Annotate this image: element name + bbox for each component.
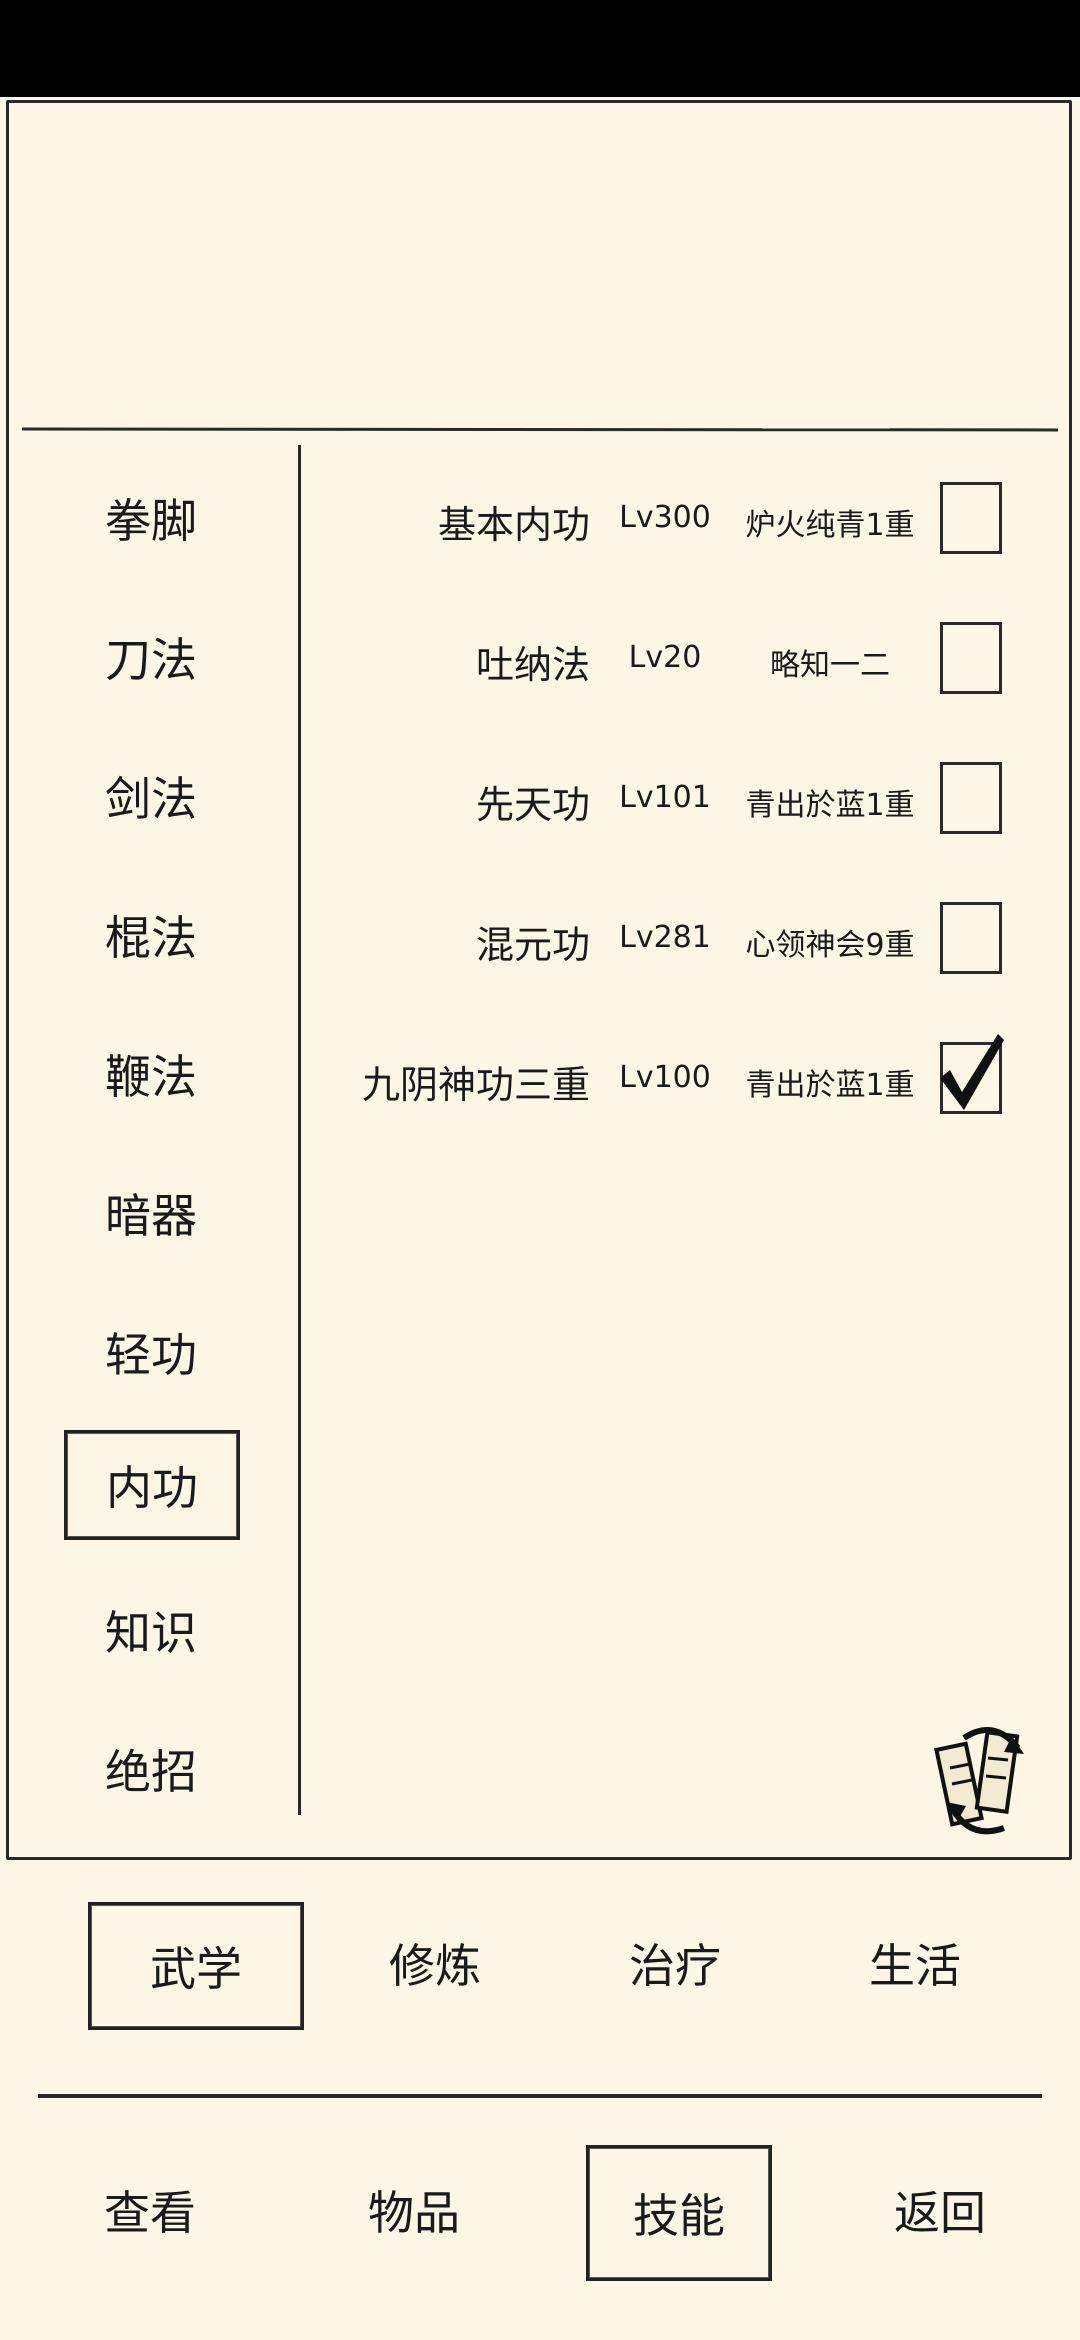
skill-name: 先天功	[475, 783, 590, 827]
category-qinggong[interactable]: 轻功	[62, 1302, 240, 1402]
nav-fanhui[interactable]: 返回	[850, 2145, 1030, 2275]
refresh-scroll-icon[interactable]	[934, 1718, 1030, 1838]
nav-chakan[interactable]: 查看	[60, 2145, 240, 2275]
skill-level: Lv20	[628, 640, 702, 675]
tab-xiulian[interactable]: 修炼	[330, 1902, 540, 2024]
category-gunfa[interactable]: 棍法	[62, 885, 240, 985]
skill-checkbox[interactable]	[940, 762, 1002, 834]
nav-jineng[interactable]: 技能	[586, 2145, 772, 2281]
category-anqi[interactable]: 暗器	[62, 1163, 240, 1263]
skill-name: 吐纳法	[475, 643, 590, 687]
skill-level: Lv281	[619, 920, 711, 955]
skill-row: 基本内功 Lv300 炉火纯青1重	[340, 472, 1040, 562]
category-quanjiao[interactable]: 拳脚	[62, 468, 240, 568]
skill-rank: 青出於蓝1重	[745, 1068, 915, 1103]
skill-row: 吐纳法 Lv20 略知一二	[340, 612, 1040, 702]
skill-level: Lv300	[619, 500, 711, 535]
skill-rank: 略知一二	[770, 648, 890, 683]
nav-wupin[interactable]: 物品	[324, 2145, 504, 2275]
skill-rank: 心领神会9重	[745, 928, 915, 963]
skill-row: 九阴神功三重 Lv100 青出於蓝1重	[340, 1032, 1040, 1122]
sub-tab-bar: 武学 修炼 治疗 生活	[0, 1880, 1080, 2030]
skill-name: 基本内功	[437, 503, 590, 547]
category-neigong[interactable]: 内功	[64, 1430, 240, 1540]
checkmark-icon	[940, 1034, 1004, 1110]
skill-row: 先天功 Lv101 青出於蓝1重	[340, 752, 1040, 842]
skill-checkbox[interactable]	[940, 902, 1002, 974]
skill-checkbox[interactable]	[940, 622, 1002, 694]
tab-wuxue[interactable]: 武学	[88, 1902, 304, 2030]
skill-name: 九阴神功三重	[361, 1063, 590, 1107]
skill-row: 混元功 Lv281 心领神会9重	[340, 892, 1040, 982]
tab-shenghuo[interactable]: 生活	[810, 1902, 1020, 2024]
skill-rank: 炉火纯青1重	[745, 508, 915, 543]
skill-rank: 青出於蓝1重	[745, 788, 915, 823]
vertical-divider	[298, 445, 301, 1815]
tab-zhiliao[interactable]: 治疗	[570, 1902, 780, 2024]
status-bar	[0, 0, 1080, 97]
bottom-divider	[38, 2094, 1042, 2098]
category-jianfa[interactable]: 剑法	[62, 746, 240, 846]
skill-level: Lv101	[619, 780, 711, 815]
skill-name: 混元功	[475, 923, 590, 967]
category-juezhao[interactable]: 绝招	[62, 1719, 240, 1819]
category-zhishi[interactable]: 知识	[62, 1580, 240, 1680]
skill-checkbox[interactable]	[940, 482, 1002, 554]
category-bianfa[interactable]: 鞭法	[62, 1024, 240, 1124]
category-daofa[interactable]: 刀法	[62, 607, 240, 707]
skill-level: Lv100	[619, 1060, 711, 1095]
